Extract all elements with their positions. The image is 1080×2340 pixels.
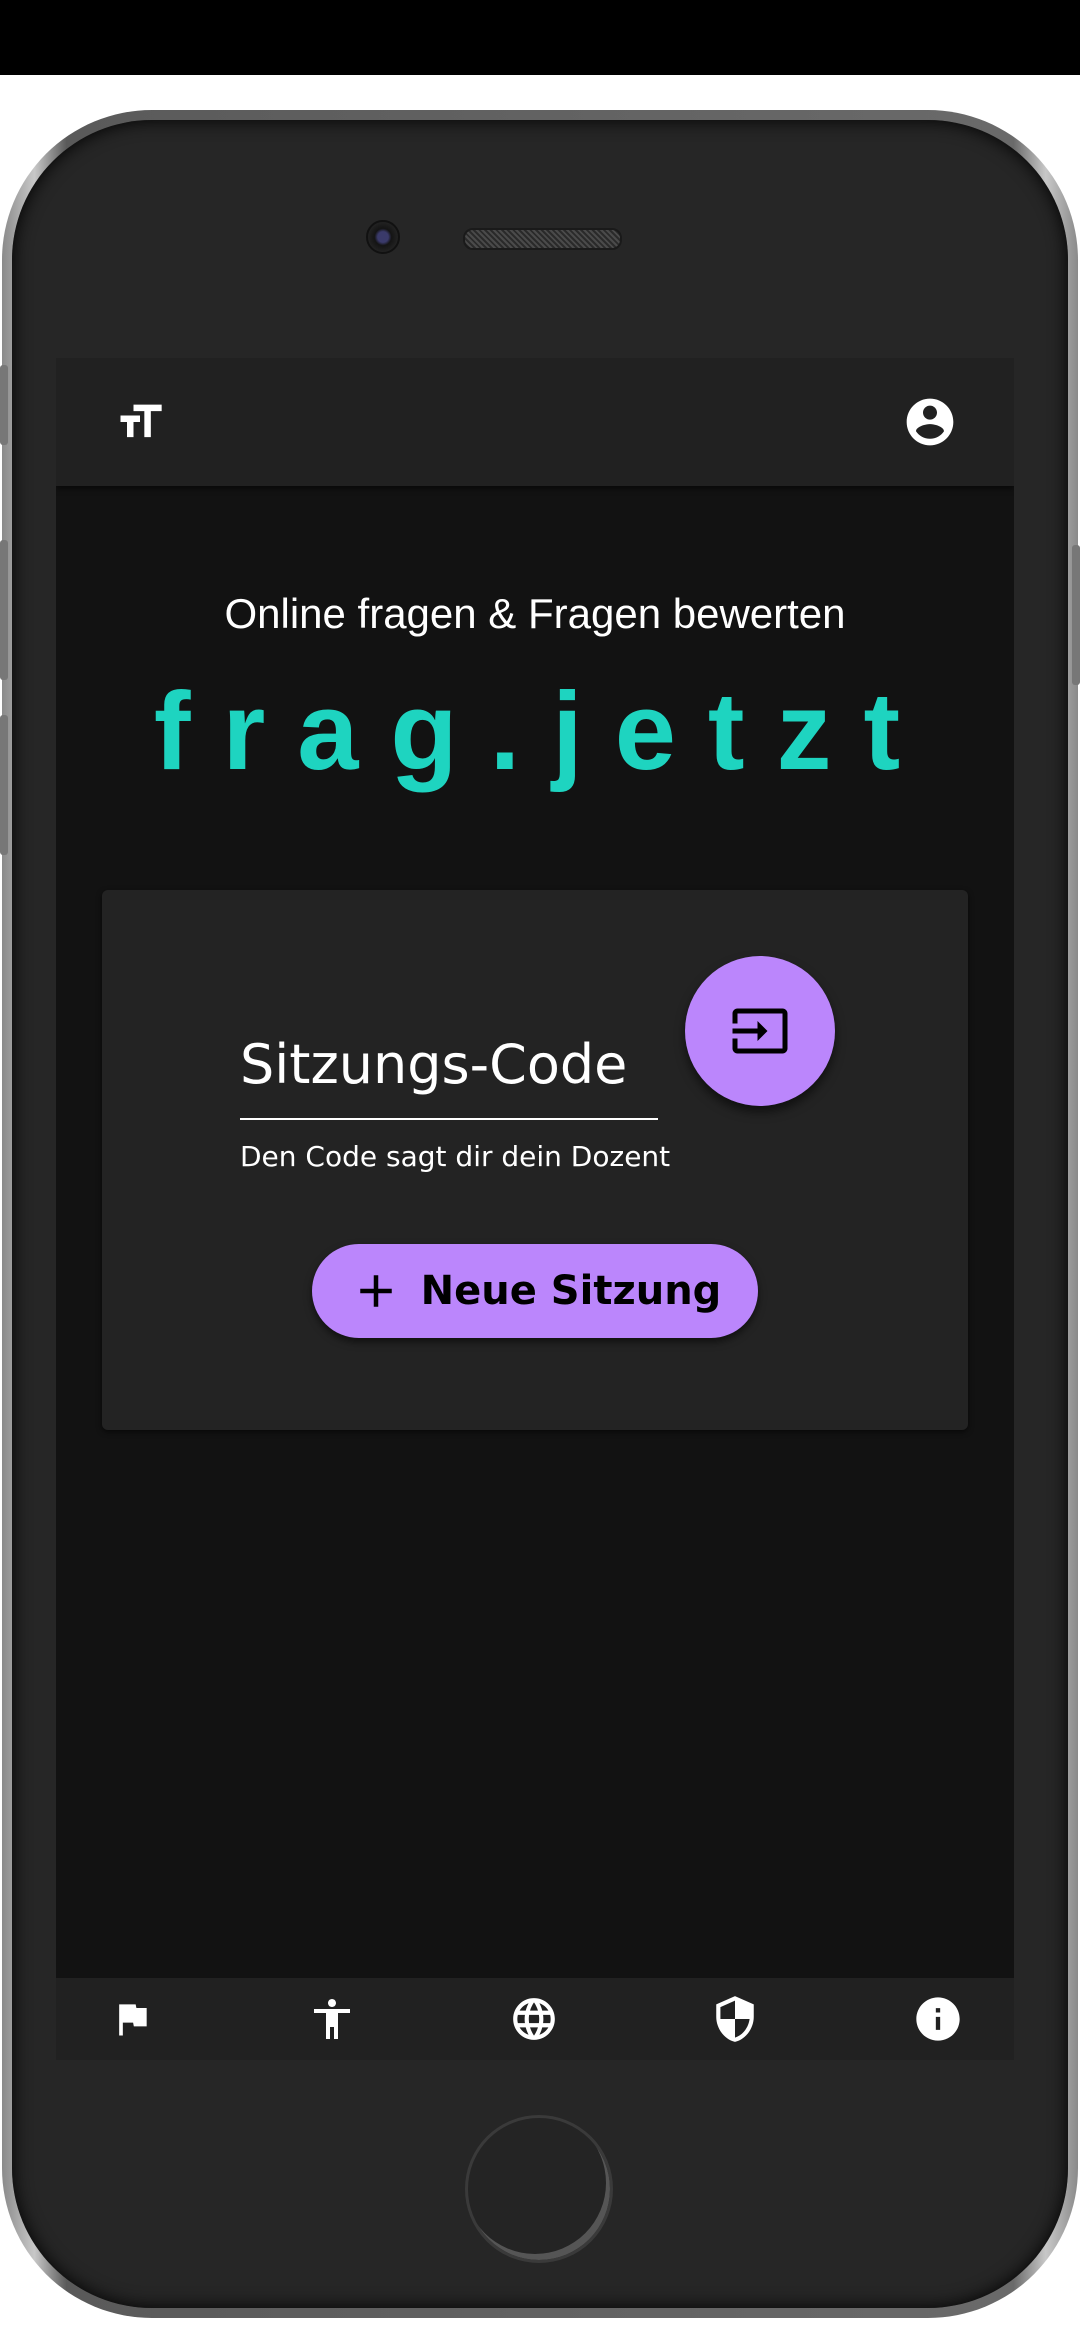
home-button[interactable] [465,2115,613,2263]
session-code-hint: Den Code sagt dir dein Dozent [240,1140,671,1173]
nav-imprint-button[interactable] [96,1983,168,2055]
join-session-button[interactable] [685,956,835,1106]
account-circle-icon [906,398,954,446]
nav-language-button[interactable] [498,1983,570,2055]
input-enter-icon [732,1008,788,1054]
account-button[interactable] [890,382,970,462]
nav-privacy-button[interactable] [699,1983,771,2055]
text-size-icon [120,404,162,438]
join-session-card: Den Code sagt dir dein Dozent Neue Sitzu… [102,890,968,1430]
session-code-input[interactable] [240,1010,658,1120]
accessibility-icon [314,1999,350,2039]
globe-icon [513,1998,555,2040]
brand-logo-text: frag.jetzt [153,670,933,793]
nav-info-button[interactable] [902,1983,974,2055]
plus-icon [359,1275,392,1307]
phone-volume-down-button [0,715,8,855]
info-icon [916,1997,960,2041]
app-screen: Online fragen & Fragen bewerten frag.jet… [56,358,1014,2060]
new-session-button[interactable]: Neue Sitzung [312,1244,758,1338]
phone-power-button [1072,545,1080,685]
front-camera [366,220,400,254]
new-session-label: Neue Sitzung [420,1268,722,1314]
nav-accessibility-button[interactable] [296,1983,368,2055]
status-bar [0,0,1080,75]
app-toolbar [56,358,1014,486]
flag-icon [119,2004,147,2036]
session-code-field [240,1010,658,1125]
earpiece-speaker [463,228,622,250]
font-size-button[interactable] [100,382,180,462]
shield-icon [716,1996,754,2042]
bottom-navigation [56,1978,1014,2060]
home-subtitle: Online fragen & Fragen bewerten [224,590,846,637]
phone-side-button [0,365,8,445]
phone-volume-up-button [0,540,8,680]
